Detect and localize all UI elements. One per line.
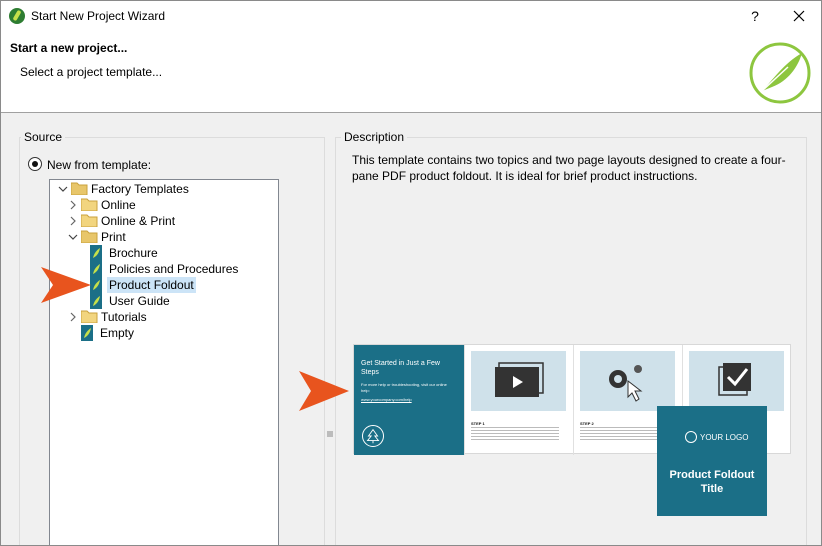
tree-item-label: Empty <box>100 326 135 340</box>
tree-item-product-foldout[interactable]: Product Foldout <box>90 277 270 293</box>
folder-icon <box>81 310 98 323</box>
splitter-grip-icon[interactable] <box>327 431 333 437</box>
tree-item-empty[interactable]: Empty <box>81 325 261 341</box>
folder-icon <box>81 198 98 211</box>
tree-item-label: Policies and Procedures <box>109 262 239 276</box>
folder-open-icon <box>71 182 88 195</box>
tree-item-policies[interactable]: Policies and Procedures <box>90 261 270 277</box>
settings-illustration <box>580 351 675 411</box>
tree-item-label: Factory Templates <box>91 182 189 196</box>
preview-cover-link: www.yourcompany.com/help <box>361 397 412 402</box>
preview-back-cover: YOUR LOGO Product Foldout Title <box>657 406 767 516</box>
chevron-right-icon[interactable] <box>68 312 78 322</box>
pointer-arrow-icon <box>299 371 349 411</box>
chevron-down-icon[interactable] <box>68 232 78 242</box>
tree-item-factory-templates[interactable]: Factory Templates <box>58 181 258 197</box>
checkmark-illustration <box>689 351 784 411</box>
title-bar: Start New Project Wizard ? <box>1 1 821 31</box>
tree-item-label: Online & Print <box>101 214 176 228</box>
new-from-template-label[interactable]: New from template: <box>47 158 151 172</box>
step-text-lines <box>471 427 559 441</box>
tree-item-online-print[interactable]: Online & Print <box>68 213 258 229</box>
video-illustration <box>471 351 566 411</box>
tree-item-label: Product Foldout <box>107 277 196 293</box>
tree-item-label: Online <box>101 198 136 212</box>
new-from-template-radio[interactable] <box>28 157 42 171</box>
description-group-label: Description <box>341 130 408 144</box>
preview-pane-cover: Get Started in Just a Few Steps For more… <box>354 345 464 455</box>
pointer-arrow-icon <box>41 267 91 303</box>
help-button[interactable]: ? <box>745 6 765 26</box>
template-file-icon <box>90 261 102 277</box>
tree-item-label: Tutorials <box>101 310 147 324</box>
chevron-right-icon[interactable] <box>68 216 78 226</box>
source-group-label: Source <box>21 130 66 144</box>
tree-item-print[interactable]: Print <box>68 229 258 245</box>
window-title: Start New Project Wizard <box>31 9 166 23</box>
page-title: Start a new project... <box>10 41 128 55</box>
app-icon <box>9 8 25 24</box>
tree-item-label: Print <box>101 230 126 244</box>
folder-icon <box>81 214 98 227</box>
tree-item-tutorials[interactable]: Tutorials <box>68 309 258 325</box>
tree-item-user-guide[interactable]: User Guide <box>90 293 270 309</box>
chevron-down-icon[interactable] <box>58 184 68 194</box>
page-subtitle: Select a project template... <box>20 65 163 79</box>
logo-placeholder-icon <box>685 431 697 443</box>
wizard-header: Start a new project... Select a project … <box>1 31 821 113</box>
template-tree[interactable]: Factory Templates Online Online & Print … <box>49 179 279 545</box>
template-file-icon <box>90 277 102 293</box>
step-label: STEP 2 <box>580 421 594 426</box>
video-player-icon <box>495 362 544 397</box>
preview-cover-text: For more help or troubleshooting, visit … <box>361 382 447 393</box>
preview-pane-step1: STEP 1 <box>464 345 573 455</box>
feather-logo-icon <box>749 42 811 104</box>
tree-item-label: Brochure <box>109 246 158 260</box>
close-button[interactable] <box>789 6 809 26</box>
step-text-lines <box>580 427 668 441</box>
preview-card-title: Product Foldout Title <box>669 469 755 495</box>
template-file-icon <box>90 245 102 261</box>
preview-cover-title: Get Started in Just a Few Steps <box>361 360 440 376</box>
tree-item-brochure[interactable]: Brochure <box>90 245 270 261</box>
step-label: STEP 1 <box>471 421 485 426</box>
close-icon <box>793 10 805 22</box>
wizard-window: Start New Project Wizard ? Start a new p… <box>0 0 822 546</box>
template-description: This template contains two topics and tw… <box>352 153 786 183</box>
gear-icon <box>609 365 643 402</box>
checkmark-icon <box>718 363 751 396</box>
folder-open-icon <box>81 230 98 243</box>
template-file-icon <box>90 293 102 309</box>
tree-item-label: User Guide <box>109 294 170 308</box>
tree-item-online[interactable]: Online <box>68 197 258 213</box>
chevron-right-icon[interactable] <box>68 200 78 210</box>
template-file-icon <box>81 325 93 341</box>
logo-placeholder-text: YOUR LOGO <box>700 433 749 442</box>
tree-icon <box>362 425 384 447</box>
